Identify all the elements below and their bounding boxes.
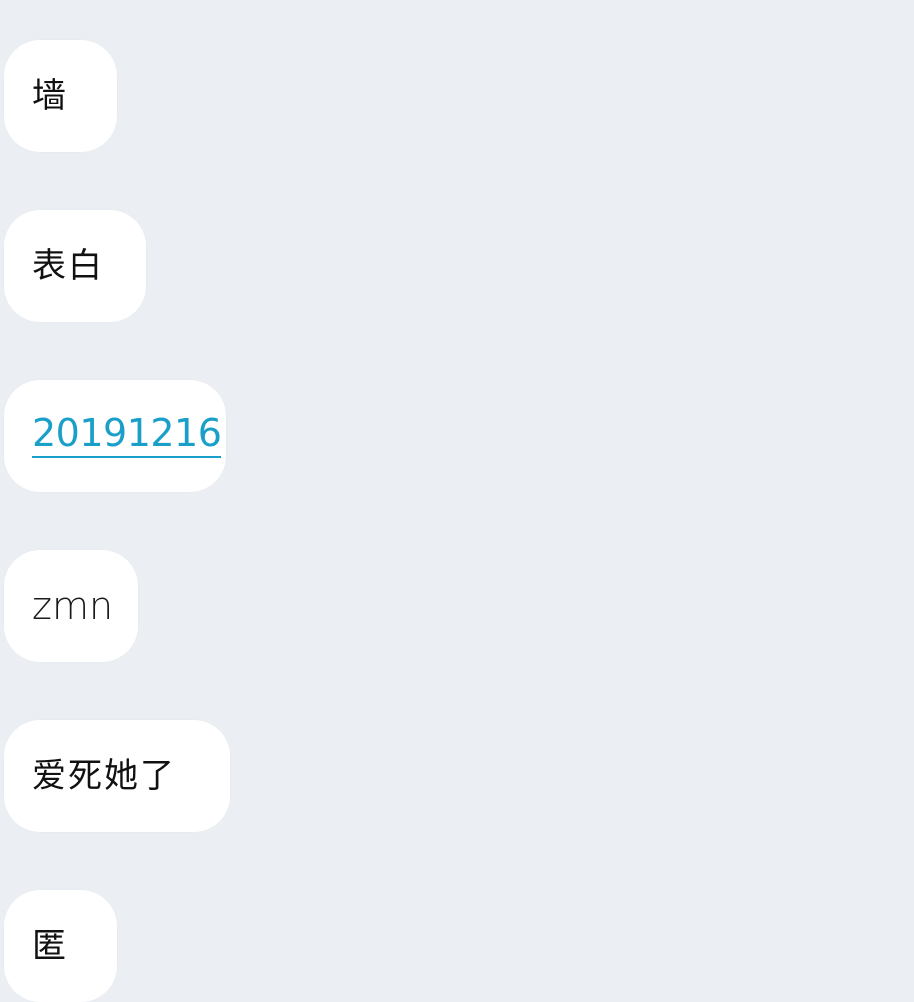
message-bubble[interactable]: 表白 bbox=[4, 210, 146, 322]
message-link[interactable]: 20191216 bbox=[32, 414, 222, 458]
message-text: 匿 bbox=[32, 926, 68, 966]
message-text: 表白 bbox=[32, 246, 104, 286]
message-bubble[interactable]: 匿 bbox=[4, 890, 117, 1002]
chat-message-list[interactable]: 墙 表白 20191216 zmn 爱死她了 匿 bbox=[0, 0, 914, 1002]
message-bubble[interactable]: 墙 bbox=[4, 40, 117, 152]
message-text: 墙 bbox=[32, 76, 68, 116]
message-text: zmn bbox=[32, 584, 114, 628]
message-bubble[interactable]: 20191216 bbox=[4, 380, 226, 492]
message-bubble[interactable]: 爱死她了 bbox=[4, 720, 230, 832]
message-text: 爱死她了 bbox=[32, 756, 176, 796]
message-bubble[interactable]: zmn bbox=[4, 550, 138, 662]
